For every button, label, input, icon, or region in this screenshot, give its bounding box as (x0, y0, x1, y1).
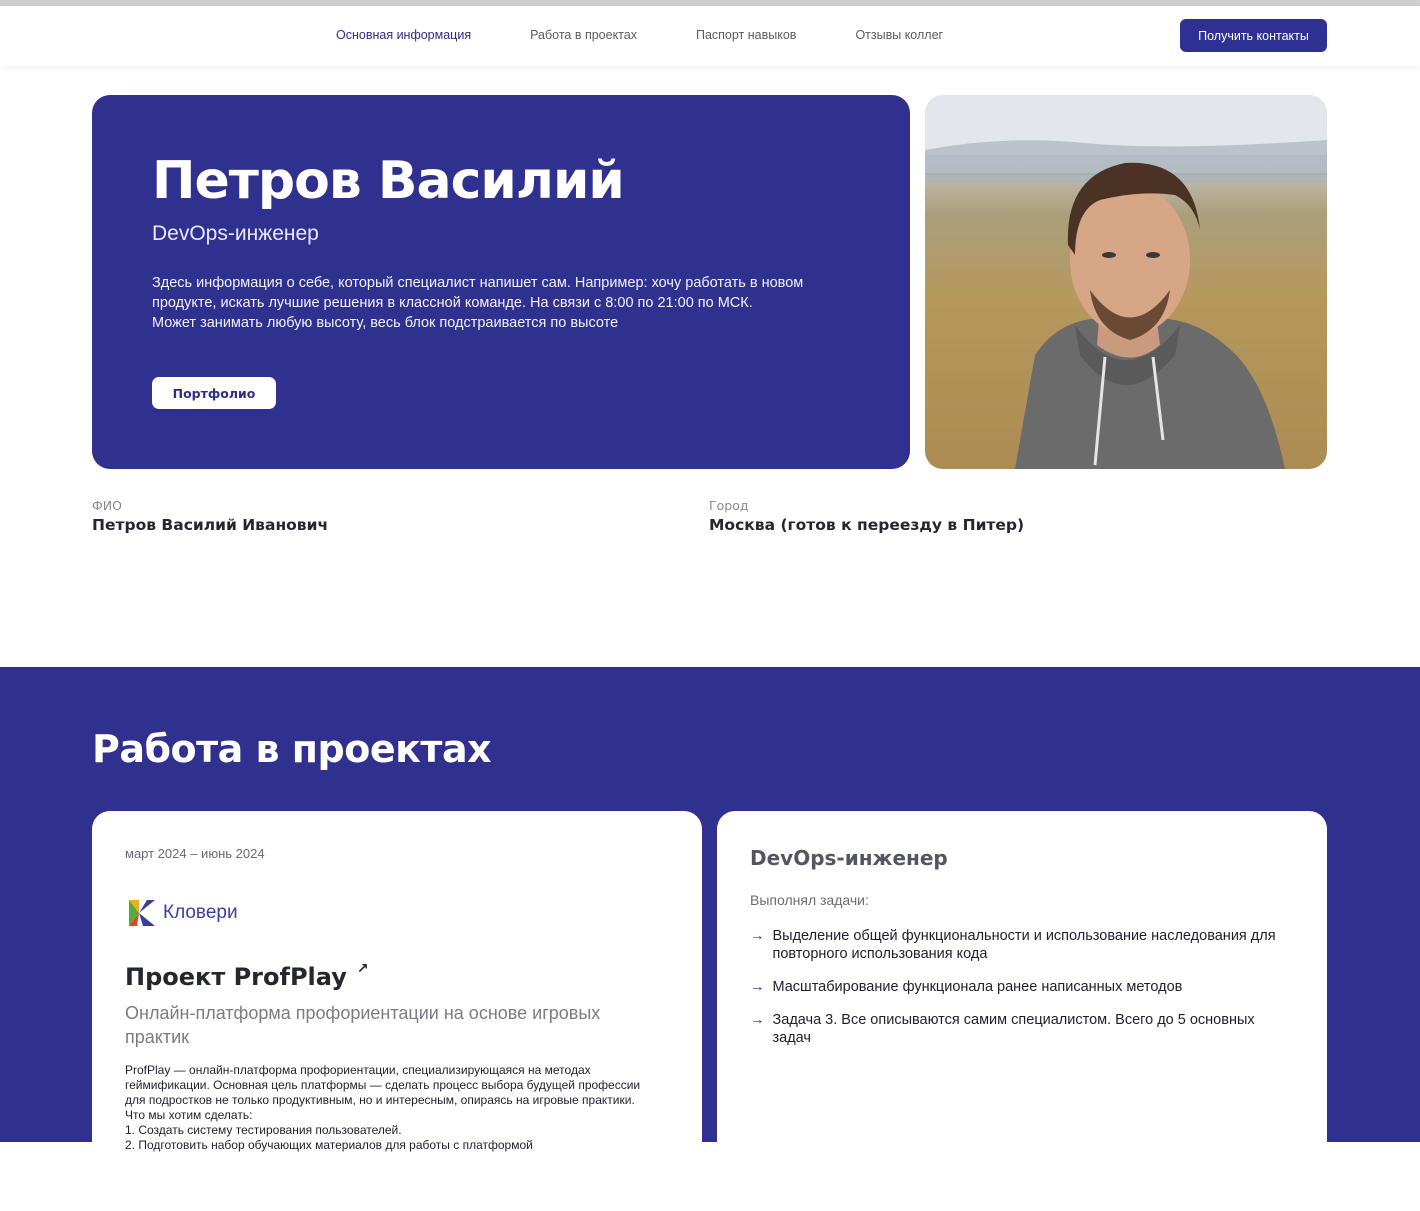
arrow-right-icon: → (750, 1012, 765, 1028)
project-subtitle: Онлайн-платформа профориентации на основ… (125, 1003, 601, 1047)
description-line: 2. Подготовить набор обучающих материало… (125, 1138, 533, 1152)
description-line: 1. Создать систему тестирования пользова… (125, 1123, 402, 1137)
nav-item-main-info[interactable]: Основная информация (336, 28, 471, 42)
fact-value: Москва (готов к переезду в Питер) (709, 516, 1025, 534)
company-logo: Кловери (125, 896, 238, 930)
profile-role: DevOps-инженер (152, 222, 319, 245)
nav-item-skills-passport[interactable]: Паспорт навыков (696, 28, 796, 42)
projects-section: Работа в проектах март 2024 – июнь 2024 … (0, 667, 1420, 1211)
portfolio-button[interactable]: Портфолио (152, 377, 276, 409)
task-text: Выделение общей функциональности и испол… (772, 928, 1276, 962)
description-line: для подростков не только продуктивным, н… (125, 1093, 635, 1107)
project-title-text[interactable]: Проект ProfPlay (125, 963, 347, 991)
task-item: → Масштабирование функционала ранее напи… (750, 978, 1295, 996)
profile-photo (925, 95, 1327, 469)
company-name: Кловери (163, 902, 238, 923)
top-navigation: Основная информация Работа в проектах Па… (0, 6, 1420, 66)
klovery-logo-icon (129, 900, 155, 926)
nav-item-projects[interactable]: Работа в проектах (530, 28, 637, 42)
arrow-right-icon: → (750, 979, 765, 995)
fact-city: Город Москва (готов к переезду в Питер) (709, 498, 1024, 534)
role-card: DevOps-инженер Выполнял задачи: → Выделе… (717, 811, 1327, 1211)
project-period: март 2024 – июнь 2024 (125, 846, 265, 861)
tasks-list: → Выделение общей функциональности и исп… (750, 927, 1295, 1062)
about-line: продукте, искать лучшие решения в классн… (152, 295, 753, 311)
about-line: Здесь информация о себе, который специал… (152, 275, 804, 291)
task-item: → Выделение общей функциональности и исп… (750, 927, 1295, 963)
description-line: Что мы хотим сделать: (125, 1108, 253, 1122)
projects-heading: Работа в проектах (92, 727, 492, 771)
profile-about: Здесь информация о себе, который специал… (152, 273, 852, 333)
task-item: → Задача 3. Все описываются самим специа… (750, 1011, 1295, 1047)
about-line: Может занимать любую высоту, весь блок п… (152, 315, 619, 331)
get-contacts-button[interactable]: Получить контакты (1180, 19, 1327, 52)
profile-name: Петров Василий (152, 151, 625, 211)
role-title: DevOps-инженер (750, 846, 948, 870)
description-line: ProfPlay — онлайн-платформа профориентац… (125, 1063, 591, 1077)
arrow-right-icon: → (750, 928, 765, 944)
nav-item-colleague-reviews[interactable]: Отзывы коллег (855, 28, 943, 42)
task-text: Задача 3. Все описываются самим специали… (772, 1012, 1255, 1046)
nav-menu: Основная информация Работа в проектах Па… (336, 28, 1002, 42)
profile-hero-card: Петров Василий DevOps-инженер Здесь инфо… (92, 95, 910, 469)
project-title[interactable]: Проект ProfPlay ↗ (125, 961, 369, 991)
fact-label: Город (709, 498, 749, 513)
project-card: март 2024 – июнь 2024 Кловери Проект Pro… (92, 811, 702, 1211)
task-text: Масштабирование функционала ранее написа… (772, 979, 1183, 995)
fact-fio: ФИО Петров Василий Иванович (92, 498, 328, 534)
fact-value: Петров Василий Иванович (92, 516, 329, 534)
external-link-icon[interactable]: ↗ (357, 961, 369, 977)
fact-label: ФИО (92, 498, 122, 513)
description-line: геймификации. Основная цель платформы — … (125, 1078, 641, 1092)
tasks-label: Выполнял задачи: (750, 892, 869, 908)
project-description: ProfPlay — онлайн-платформа профориентац… (125, 1063, 665, 1153)
